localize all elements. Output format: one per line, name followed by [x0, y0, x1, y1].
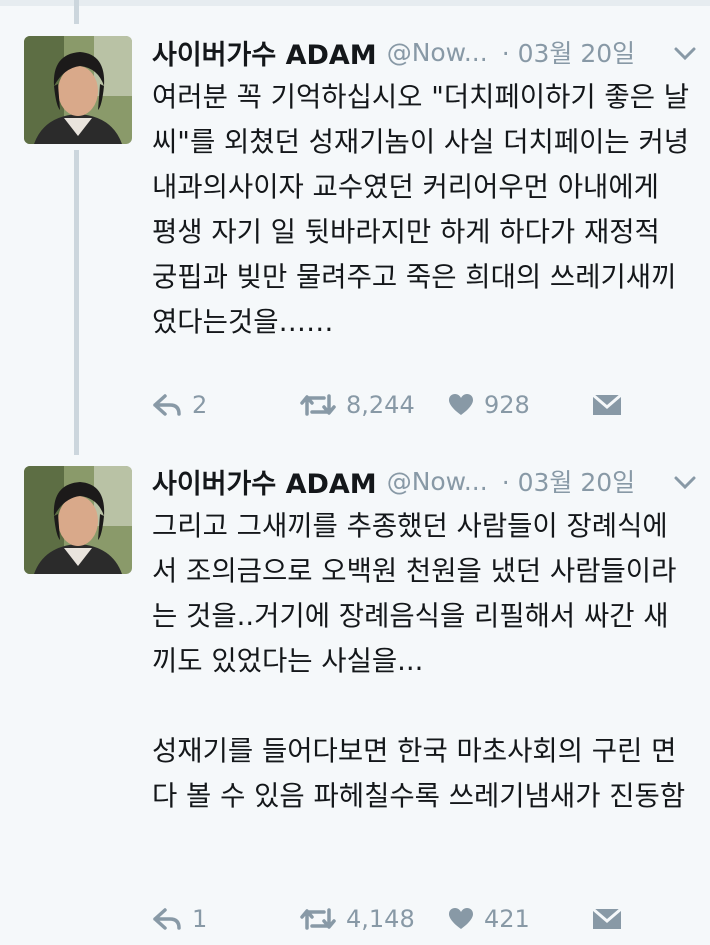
- chevron-down-icon[interactable]: [672, 473, 698, 493]
- avatar[interactable]: [24, 36, 132, 144]
- envelope-icon: [592, 907, 622, 931]
- heart-icon: [448, 393, 474, 417]
- heart-icon: [448, 907, 474, 931]
- author-name[interactable]: 사이버가수 ADAM: [152, 462, 377, 501]
- author-name[interactable]: 사이버가수 ADAM: [152, 33, 377, 72]
- like-button[interactable]: 421: [448, 902, 530, 936]
- reply-button[interactable]: 2: [152, 388, 207, 422]
- tweet-header: 사이버가수 ADAM @Now... · 03월 20일: [152, 461, 635, 501]
- tweet-date[interactable]: · 03월 20일: [502, 463, 635, 499]
- author-handle[interactable]: @Now...: [387, 467, 488, 496]
- avatar[interactable]: [24, 466, 132, 574]
- retweet-count: 8,244: [346, 391, 415, 419]
- retweet-icon: [300, 906, 336, 932]
- tweet-header: 사이버가수 ADAM @Now... · 03월 20일: [152, 32, 635, 72]
- tweet-actions: 2 8,244 928: [152, 388, 632, 422]
- retweet-button[interactable]: 4,148: [300, 902, 415, 936]
- retweet-button[interactable]: 8,244: [300, 388, 415, 422]
- reply-count: 1: [192, 905, 208, 933]
- retweet-icon: [300, 392, 336, 418]
- tweet[interactable]: 사이버가수 ADAM @Now... · 03월 20일 그리고 그새끼를 추종…: [0, 450, 710, 945]
- reply-icon: [152, 392, 182, 418]
- tweet-text: 그리고 그새끼를 추종했던 사람들이 장례식에서 조의금으로 오백원 천원을 냈…: [152, 510, 686, 812]
- tweet-actions: 1 4,148 421: [152, 902, 632, 936]
- reply-button[interactable]: 1: [152, 902, 207, 936]
- chevron-down-icon[interactable]: [672, 44, 698, 64]
- dm-button[interactable]: [592, 902, 622, 936]
- envelope-icon: [592, 393, 622, 417]
- reply-icon: [152, 906, 182, 932]
- like-count: 928: [484, 391, 530, 419]
- author-handle[interactable]: @Now...: [387, 38, 488, 67]
- retweet-count: 4,148: [346, 905, 415, 933]
- like-button[interactable]: 928: [448, 388, 530, 422]
- tweet[interactable]: 사이버가수 ADAM @Now... · 03월 20일 여러분 꼭 기억하십시…: [0, 0, 710, 450]
- dm-button[interactable]: [592, 388, 622, 422]
- tweet-date[interactable]: · 03월 20일: [502, 34, 635, 70]
- like-count: 421: [484, 905, 530, 933]
- tweet-text: 여러분 꼭 기억하십시오 "더치페이하기 좋은 날씨"를 외쳤던 성재기놈이 사…: [152, 81, 690, 338]
- reply-count: 2: [192, 391, 208, 419]
